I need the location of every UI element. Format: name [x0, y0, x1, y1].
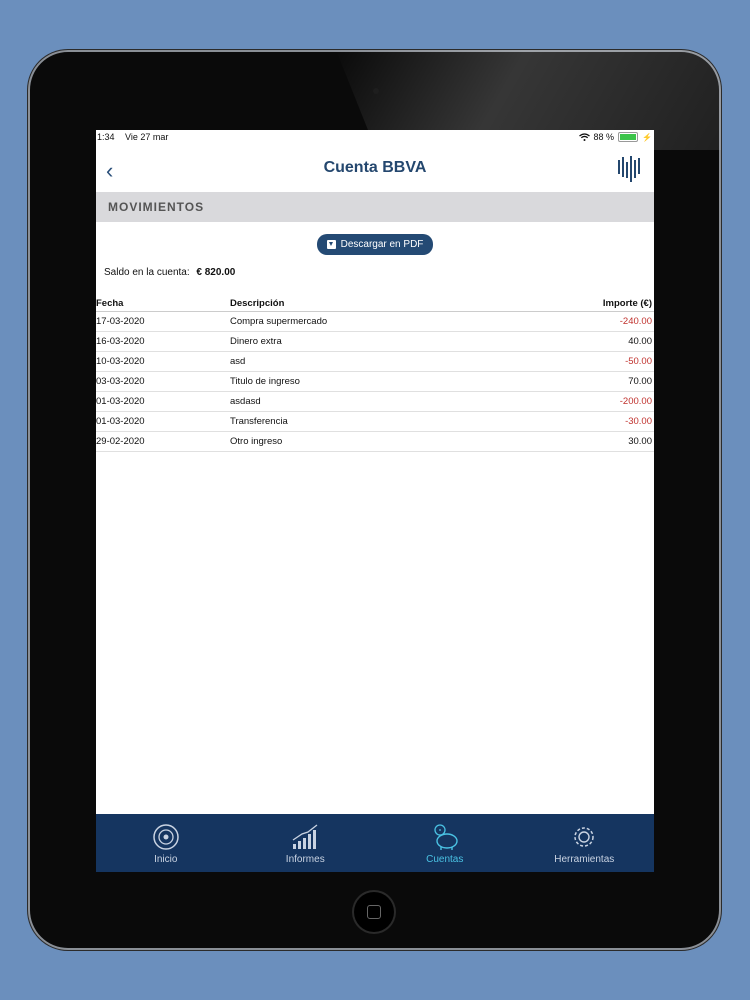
table-row[interactable]: 29-02-2020 Otro ingreso 30.00: [96, 431, 654, 452]
gear-icon: [574, 826, 594, 847]
cell-fecha: 01-03-2020: [96, 391, 230, 412]
table-row[interactable]: 03-03-2020 Titulo de ingreso 70.00: [96, 371, 654, 392]
home-icon: [153, 823, 179, 850]
header-importe: Importe (€): [507, 296, 654, 312]
table-row[interactable]: 10-03-2020 asd -50.00: [96, 351, 654, 372]
cell-importe: -200.00: [507, 391, 654, 412]
battery-percent: 88 %: [593, 132, 615, 142]
cell-fecha: 10-03-2020: [96, 351, 230, 372]
status-bar: 1:34 Vie 27 mar 88 % ⚡: [96, 130, 654, 144]
tab-inicio-label: Inicio: [154, 853, 178, 865]
table-row[interactable]: 01-03-2020 asdasd -200.00: [96, 391, 654, 412]
section-header: MOVIMIENTOS: [96, 192, 654, 222]
cell-descripcion: Otro ingreso: [230, 431, 508, 452]
charging-icon: ⚡: [642, 132, 652, 142]
tab-inicio[interactable]: Inicio: [96, 814, 236, 872]
app-screen: 1:34 Vie 27 mar 88 % ⚡ ‹ Cuenta BBVA MOV…: [96, 130, 654, 872]
balance-value: € 820.00: [196, 267, 236, 278]
header-fecha: Fecha: [96, 296, 230, 312]
table-header-row: Fecha Descripción Importe (€): [96, 296, 654, 312]
piggy-bank-icon: [434, 823, 458, 850]
wifi-icon: [578, 133, 590, 141]
chart-icon: [292, 823, 318, 849]
home-button[interactable]: [354, 892, 394, 932]
table-row[interactable]: 16-03-2020 Dinero extra 40.00: [96, 331, 654, 352]
cell-descripcion: Titulo de ingreso: [230, 371, 508, 392]
cell-descripcion: Compra supermercado: [230, 311, 508, 332]
tab-informes-label: Informes: [285, 853, 325, 865]
cell-descripcion: Dinero extra: [230, 331, 508, 352]
download-pdf-button[interactable]: Descargar en PDF: [316, 234, 434, 255]
tab-herramientas-label: Herramientas: [554, 853, 615, 865]
cell-fecha: 03-03-2020: [96, 371, 230, 392]
tab-cuentas-label: Cuentas: [426, 853, 464, 865]
cell-fecha: 29-02-2020: [96, 431, 230, 452]
app-logo-icon: [618, 156, 640, 182]
table-row[interactable]: 01-03-2020 Transferencia -30.00: [96, 411, 654, 432]
nav-bar: ‹ Cuenta BBVA: [96, 144, 654, 192]
download-pdf-label: Descargar en PDF: [340, 239, 424, 250]
tab-cuentas[interactable]: Cuentas: [375, 814, 515, 872]
header-descripcion: Descripción: [230, 296, 508, 312]
cell-descripcion: asd: [230, 351, 508, 372]
cell-descripcion: Transferencia: [230, 411, 508, 432]
cell-importe: 40.00: [507, 331, 654, 352]
cell-importe: -240.00: [507, 311, 654, 332]
tab-herramientas[interactable]: Herramientas: [515, 814, 655, 872]
page-title: Cuenta BBVA: [323, 159, 427, 176]
battery-icon: [618, 132, 639, 142]
status-time: 1:34: [97, 132, 115, 142]
tab-informes[interactable]: Informes: [236, 814, 376, 872]
tab-bar: Inicio Informes Cuentas Herramientas: [96, 814, 654, 872]
cell-importe: 30.00: [507, 431, 654, 452]
back-chevron-icon[interactable]: ‹: [106, 158, 113, 184]
table-row[interactable]: 17-03-2020 Compra supermercado -240.00: [96, 311, 654, 332]
camera: [373, 88, 379, 94]
balance: Saldo en la cuenta: € 820.00: [104, 267, 654, 278]
cell-fecha: 17-03-2020: [96, 311, 230, 332]
cell-descripcion: asdasd: [230, 391, 508, 412]
cell-fecha: 01-03-2020: [96, 411, 230, 432]
cell-fecha: 16-03-2020: [96, 331, 230, 352]
movements-table: Fecha Descripción Importe (€) 17-03-2020…: [96, 296, 654, 452]
cell-importe: -50.00: [507, 351, 654, 372]
download-icon: [326, 240, 336, 249]
cell-importe: 70.00: [507, 371, 654, 392]
cell-importe: -30.00: [507, 411, 654, 432]
home-button-icon: [367, 905, 381, 919]
status-date: Vie 27 mar: [125, 132, 169, 142]
balance-label: Saldo en la cuenta:: [104, 267, 190, 278]
